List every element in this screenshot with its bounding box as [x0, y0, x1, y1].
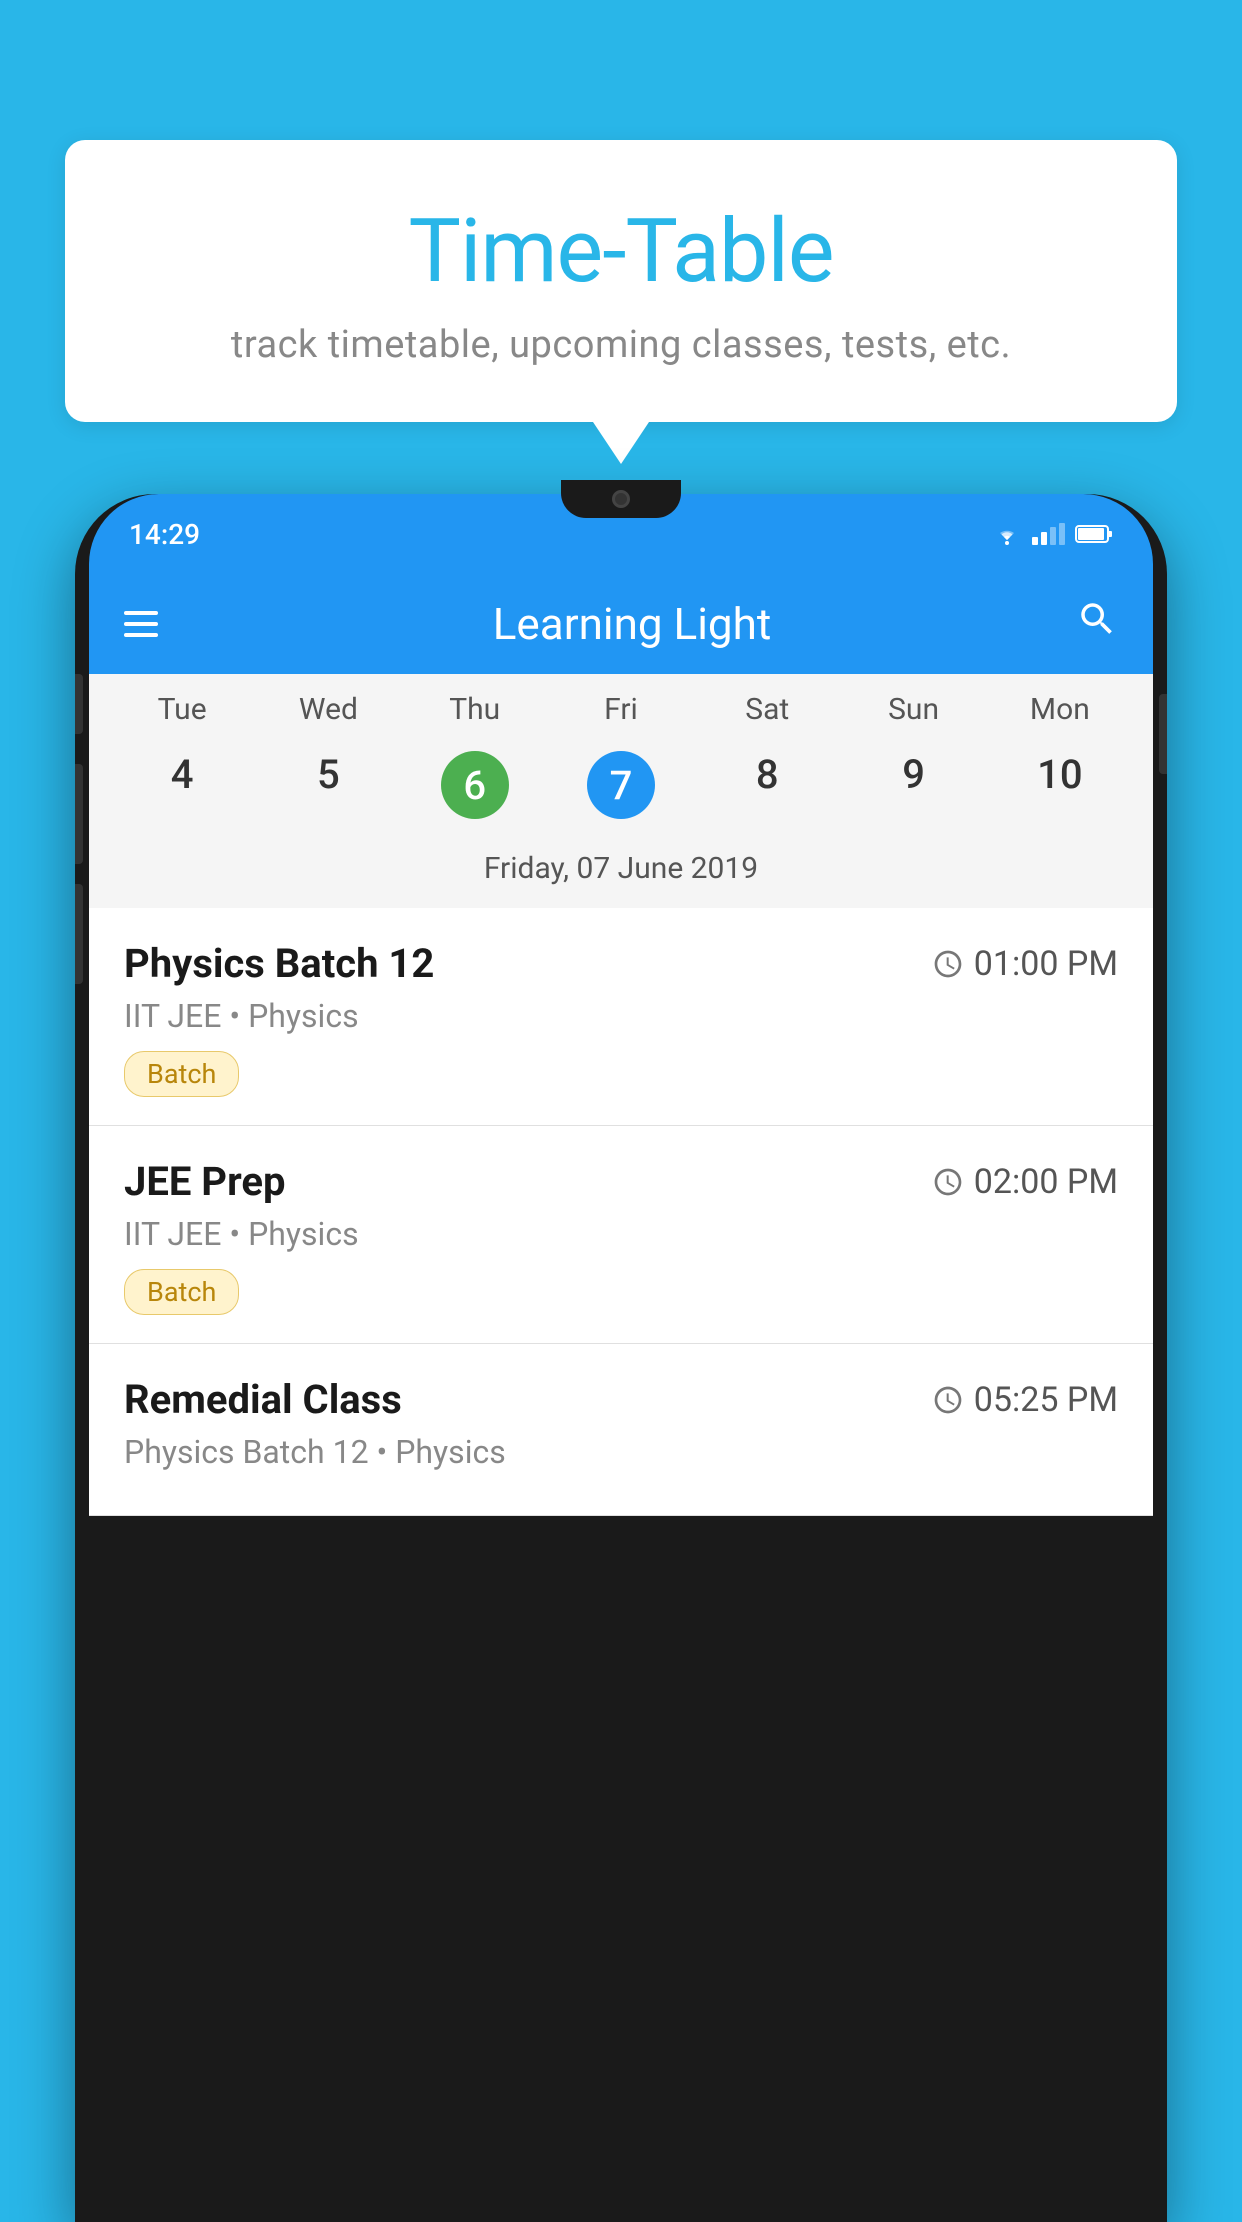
- calendar-strip: Tue Wed Thu Fri Sat Sun Mon 4 5 6 7 8 9 …: [89, 674, 1153, 908]
- clock-icon-2: [932, 1166, 964, 1198]
- clock-icon-1: [932, 948, 964, 980]
- bubble-subtitle: track timetable, upcoming classes, tests…: [115, 323, 1127, 367]
- app-bar: Learning Light: [89, 574, 1153, 674]
- day-10[interactable]: 10: [987, 739, 1133, 831]
- schedule-item-1-time: 01:00 PM: [932, 944, 1118, 984]
- schedule-item-3[interactable]: Remedial Class 05:25 PM Physics Batch 12…: [89, 1344, 1153, 1516]
- schedule-item-1[interactable]: Physics Batch 12 01:00 PM IIT JEE • Phys…: [89, 908, 1153, 1126]
- hamburger-menu-button[interactable]: [124, 611, 158, 637]
- search-icon[interactable]: [1076, 598, 1118, 651]
- volume-up-button: [75, 764, 83, 864]
- schedule-item-3-time: 05:25 PM: [932, 1380, 1118, 1420]
- volume-silent-button: [75, 674, 83, 734]
- day-label-fri: Fri: [548, 692, 694, 727]
- clock-icon-3: [932, 1384, 964, 1416]
- schedule-item-2-header: JEE Prep 02:00 PM: [124, 1158, 1118, 1205]
- notch: [561, 480, 681, 518]
- schedule-item-2-badge: Batch: [124, 1269, 239, 1315]
- power-button: [1159, 694, 1167, 774]
- phone-frame: 14:29: [75, 480, 1167, 2208]
- signal-icon: [1032, 523, 1065, 545]
- day-label-thu: Thu: [402, 692, 548, 727]
- front-camera: [612, 490, 630, 508]
- day-9[interactable]: 9: [840, 739, 986, 831]
- schedule-item-2-time: 02:00 PM: [932, 1162, 1118, 1202]
- bubble-title: Time-Table: [115, 200, 1127, 303]
- speech-bubble: Time-Table track timetable, upcoming cla…: [65, 140, 1177, 422]
- day-6-today[interactable]: 6: [402, 739, 548, 831]
- day-5[interactable]: 5: [255, 739, 401, 831]
- schedule-item-1-subtitle: IIT JEE • Physics: [124, 997, 1118, 1035]
- day-labels: Tue Wed Thu Fri Sat Sun Mon: [109, 692, 1133, 727]
- status-icons: [992, 522, 1113, 546]
- day-label-wed: Wed: [255, 692, 401, 727]
- app-title: Learning Light: [188, 598, 1076, 650]
- selected-date-label: Friday, 07 June 2019: [109, 843, 1133, 898]
- day-numbers: 4 5 6 7 8 9 10: [109, 739, 1133, 831]
- status-bar: 14:29: [89, 494, 1153, 574]
- schedule-item-1-badge: Batch: [124, 1051, 239, 1097]
- day-label-tue: Tue: [109, 692, 255, 727]
- speech-bubble-section: Time-Table track timetable, upcoming cla…: [65, 140, 1177, 422]
- schedule-list: Physics Batch 12 01:00 PM IIT JEE • Phys…: [89, 908, 1153, 1516]
- schedule-item-2-title: JEE Prep: [124, 1158, 285, 1205]
- wifi-icon: [992, 522, 1022, 546]
- day-7-selected[interactable]: 7: [548, 739, 694, 831]
- battery-icon: [1075, 523, 1113, 545]
- volume-down-button: [75, 884, 83, 984]
- day-label-sun: Sun: [840, 692, 986, 727]
- day-label-mon: Mon: [987, 692, 1133, 727]
- status-time: 14:29: [129, 518, 200, 551]
- day-4[interactable]: 4: [109, 739, 255, 831]
- schedule-item-2[interactable]: JEE Prep 02:00 PM IIT JEE • Physics Batc…: [89, 1126, 1153, 1344]
- phone-outer: 14:29: [75, 494, 1167, 2222]
- schedule-item-3-title: Remedial Class: [124, 1376, 402, 1423]
- schedule-item-1-header: Physics Batch 12 01:00 PM: [124, 940, 1118, 987]
- schedule-item-1-title: Physics Batch 12: [124, 940, 434, 987]
- schedule-item-3-subtitle: Physics Batch 12 • Physics: [124, 1433, 1118, 1471]
- day-8[interactable]: 8: [694, 739, 840, 831]
- schedule-item-3-header: Remedial Class 05:25 PM: [124, 1376, 1118, 1423]
- day-label-sat: Sat: [694, 692, 840, 727]
- schedule-item-2-subtitle: IIT JEE • Physics: [124, 1215, 1118, 1253]
